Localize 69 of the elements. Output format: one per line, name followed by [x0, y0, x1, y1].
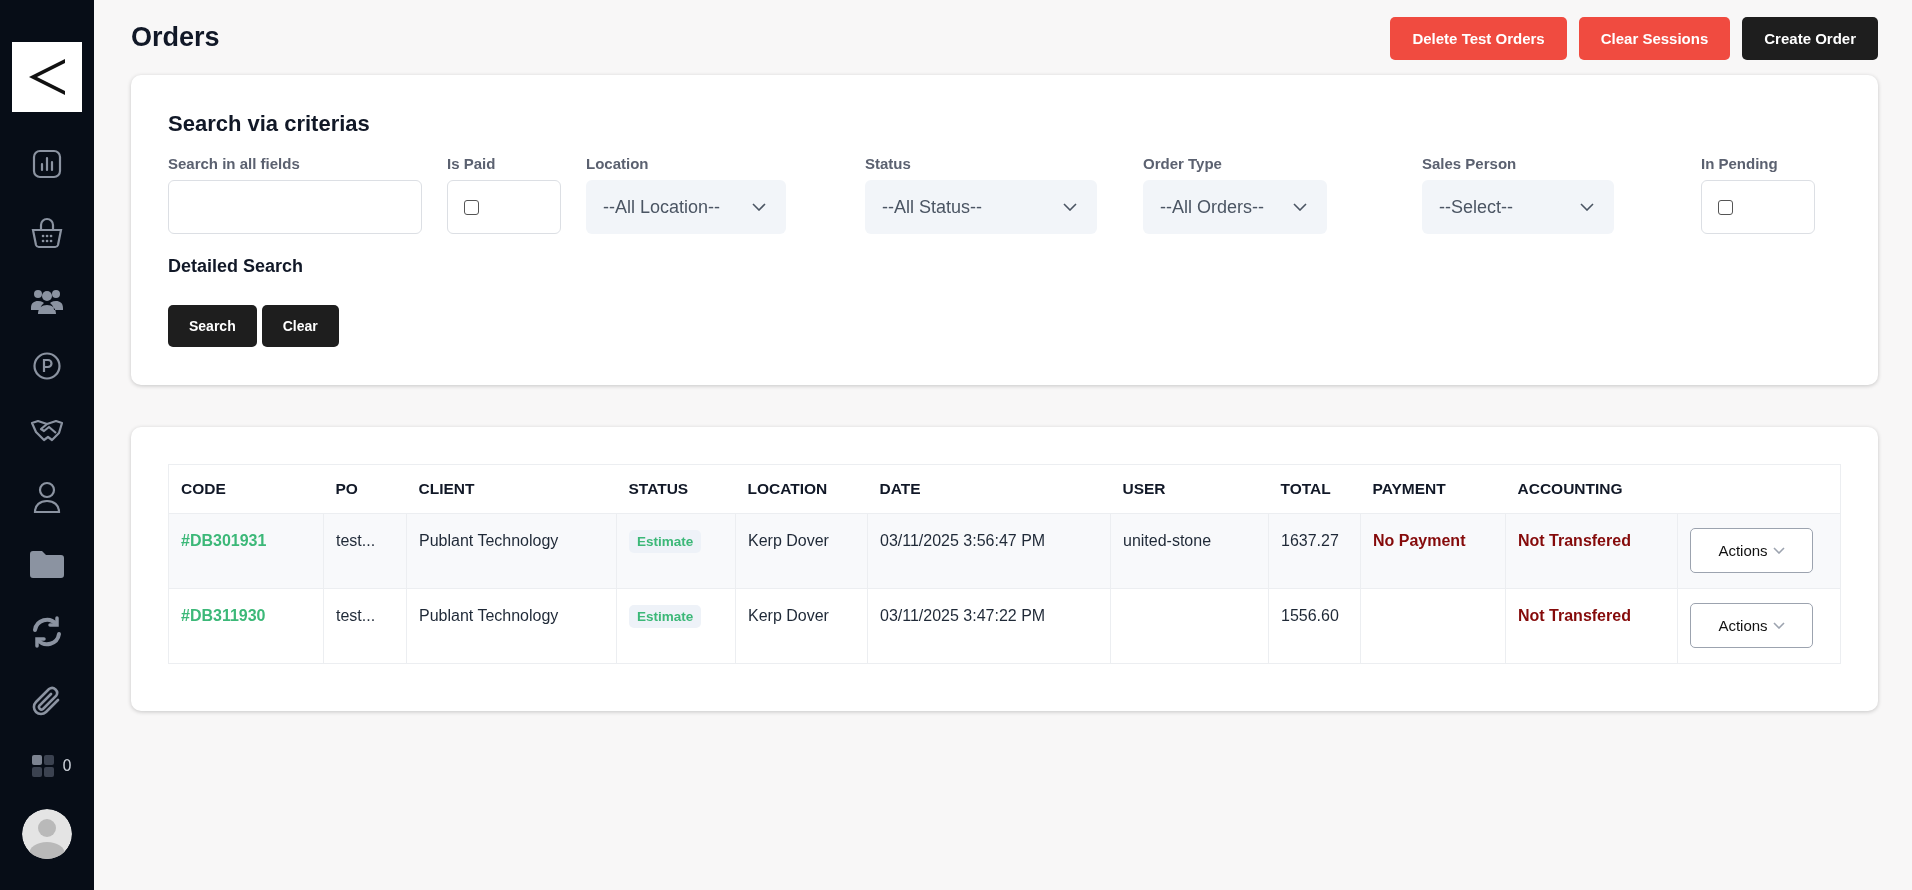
chevron-down-icon — [1772, 622, 1785, 629]
date-text: 03/11/2025 3:56:47 PM — [880, 532, 1046, 549]
client-text: Publant Technology — [419, 532, 559, 549]
widget-count: 0 — [62, 757, 72, 775]
column-header: STATUS — [616, 464, 736, 514]
search-action-button[interactable]: Search — [168, 305, 257, 347]
column-header: PAYMENT — [1360, 464, 1506, 514]
column-header: CODE — [168, 464, 324, 514]
status-badge: Estimate — [629, 530, 702, 553]
folder-icon[interactable] — [30, 550, 64, 578]
column-header: ACCOUNTING — [1505, 464, 1678, 514]
filter-label: Sales Person — [1422, 155, 1518, 172]
po-text: test... — [336, 607, 376, 624]
accounting-status: Not Transfered — [1518, 607, 1631, 624]
status-badge: Estimate — [629, 605, 702, 628]
detailed-search-heading: Detailed Search — [168, 256, 305, 277]
chevron-down-icon — [752, 203, 766, 211]
header-button[interactable]: Clear Sessions — [1578, 17, 1731, 60]
paperclip-icon[interactable] — [32, 686, 62, 718]
chevron-down-icon — [1772, 547, 1785, 554]
po-text: test... — [336, 532, 376, 549]
people-icon[interactable] — [30, 288, 64, 314]
actions-dropdown[interactable]: Actions — [1690, 603, 1813, 648]
accounting-status: Not Transfered — [1518, 532, 1631, 549]
filter-label: Is Paid — [447, 155, 497, 172]
checkbox[interactable] — [464, 199, 479, 215]
payment-status: No Payment — [1373, 532, 1466, 549]
column-header: TOTAL — [1268, 464, 1361, 514]
avatar-icon[interactable] — [22, 809, 72, 859]
column-header: PO — [323, 464, 407, 514]
chevron-down-icon — [1063, 203, 1077, 211]
column-header: USER — [1110, 464, 1269, 514]
handshake-icon[interactable] — [30, 418, 64, 444]
select-field[interactable]: --Select-- — [1422, 180, 1614, 234]
bar-chart-icon[interactable] — [31, 148, 63, 180]
chevron-down-icon — [1580, 203, 1594, 211]
page-title: Orders — [131, 22, 220, 53]
location-text: Kerp Dover — [748, 607, 829, 624]
total-text: 1637.27 — [1281, 532, 1339, 549]
total-text: 1556.60 — [1281, 607, 1339, 624]
select-field[interactable]: --All Orders-- — [1143, 180, 1327, 234]
filter-label: Status — [865, 155, 912, 172]
search-field[interactable] — [168, 180, 422, 234]
chevron-down-icon — [1293, 203, 1307, 211]
actions-dropdown[interactable]: Actions — [1690, 528, 1813, 573]
filter-label: Order Type — [1143, 155, 1223, 172]
filter-label: Location — [586, 155, 650, 172]
search-action-button[interactable]: Clear — [261, 305, 339, 347]
select-field[interactable]: --All Location-- — [586, 180, 786, 234]
user-text: united-stone — [1123, 532, 1212, 549]
user-icon[interactable] — [33, 481, 61, 513]
basket-icon[interactable] — [30, 217, 64, 251]
header-button[interactable]: Delete Test Orders — [1390, 17, 1567, 60]
parking-icon[interactable] — [32, 351, 62, 381]
client-text: Publant Technology — [419, 607, 559, 624]
sync-icon[interactable] — [30, 615, 64, 649]
date-text: 03/11/2025 3:47:22 PM — [880, 607, 1046, 624]
column-header: LOCATION — [735, 464, 868, 514]
checkbox[interactable] — [1718, 199, 1733, 215]
header-button[interactable]: Create Order — [1742, 17, 1878, 60]
location-text: Kerp Dover — [748, 532, 829, 549]
column-header: DATE — [867, 464, 1111, 514]
filter-label: Search in all fields — [168, 155, 301, 172]
section-title: Search via criterias — [168, 111, 371, 137]
select-field[interactable]: --All Status-- — [865, 180, 1097, 234]
logo-icon[interactable] — [12, 42, 82, 112]
column-header: CLIENT — [406, 464, 617, 514]
filter-label: In Pending — [1701, 155, 1779, 172]
grid-icon[interactable] — [32, 755, 55, 777]
